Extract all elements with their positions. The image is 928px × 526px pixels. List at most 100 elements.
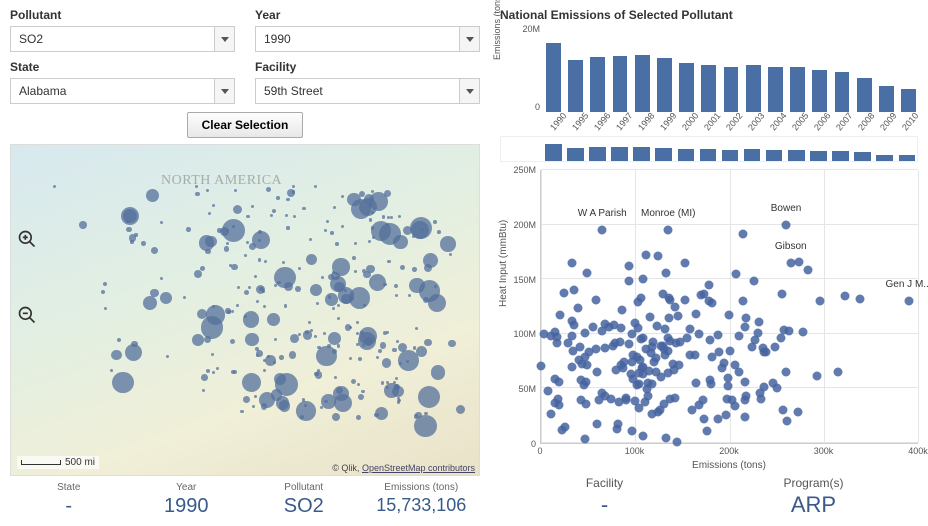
map-point[interactable] bbox=[347, 193, 360, 206]
map-point[interactable] bbox=[341, 225, 344, 228]
scatter-point[interactable] bbox=[581, 400, 590, 409]
map-point[interactable] bbox=[243, 311, 259, 327]
map-point[interactable] bbox=[212, 204, 215, 207]
bar[interactable] bbox=[613, 56, 628, 112]
bar[interactable] bbox=[546, 43, 561, 112]
map-point[interactable] bbox=[321, 394, 336, 409]
map-point[interactable] bbox=[369, 218, 372, 221]
scatter-point[interactable] bbox=[624, 261, 633, 270]
scatter-point[interactable] bbox=[734, 332, 743, 341]
scatter-point[interactable] bbox=[636, 334, 645, 343]
bar[interactable] bbox=[768, 67, 783, 112]
scatter-point[interactable] bbox=[593, 368, 602, 377]
map-point[interactable] bbox=[314, 185, 317, 188]
map-point[interactable] bbox=[248, 286, 251, 289]
map-point[interactable] bbox=[323, 332, 326, 335]
map-point[interactable] bbox=[415, 412, 422, 419]
state-select[interactable]: Alabama bbox=[10, 78, 235, 104]
emissions-map[interactable]: NORTH AMERICA 500 mi © Qlik, OpenStreetM… bbox=[10, 144, 480, 476]
scatter-point[interactable] bbox=[773, 383, 782, 392]
map-point[interactable] bbox=[217, 228, 221, 232]
map-point[interactable] bbox=[378, 349, 383, 354]
map-point[interactable] bbox=[358, 357, 362, 361]
map-point[interactable] bbox=[258, 258, 261, 261]
map-point[interactable] bbox=[330, 231, 333, 234]
map-point[interactable] bbox=[398, 215, 401, 218]
map-point[interactable] bbox=[195, 192, 200, 197]
map-point[interactable] bbox=[256, 350, 263, 357]
scatter-point[interactable] bbox=[786, 258, 795, 267]
map-point[interactable] bbox=[276, 196, 279, 199]
bar[interactable] bbox=[590, 57, 605, 112]
scatter-point[interactable] bbox=[555, 377, 564, 386]
scatter-point[interactable] bbox=[673, 311, 682, 320]
map-point[interactable] bbox=[437, 230, 441, 234]
map-point[interactable] bbox=[356, 321, 359, 324]
map-point[interactable] bbox=[183, 296, 186, 299]
scatter-point[interactable] bbox=[757, 394, 766, 403]
map-point[interactable] bbox=[396, 340, 399, 343]
scatter-point[interactable] bbox=[671, 338, 680, 347]
scatter-point[interactable] bbox=[621, 394, 630, 403]
map-point[interactable] bbox=[206, 305, 226, 325]
scatter-point[interactable] bbox=[570, 321, 579, 330]
scatter-point[interactable] bbox=[755, 318, 764, 327]
map-point[interactable] bbox=[293, 215, 296, 218]
scatter-point[interactable] bbox=[662, 433, 671, 442]
map-point[interactable] bbox=[412, 267, 417, 272]
map-point[interactable] bbox=[285, 214, 288, 217]
scatter-point[interactable] bbox=[624, 339, 633, 348]
map-point[interactable] bbox=[117, 338, 121, 342]
scatter-point[interactable] bbox=[567, 362, 576, 371]
scatter-point[interactable] bbox=[643, 384, 652, 393]
scatter-point[interactable] bbox=[652, 321, 661, 330]
map-point[interactable] bbox=[341, 195, 344, 198]
map-point[interactable] bbox=[236, 304, 239, 307]
scatter-point[interactable] bbox=[636, 355, 645, 364]
map-point[interactable] bbox=[306, 254, 317, 265]
map-point[interactable] bbox=[225, 308, 230, 313]
scatter-point[interactable] bbox=[708, 298, 717, 307]
map-point[interactable] bbox=[361, 390, 364, 393]
scatter-point[interactable] bbox=[777, 334, 786, 343]
map-point[interactable] bbox=[244, 254, 247, 257]
map-point[interactable] bbox=[282, 261, 285, 264]
bar[interactable] bbox=[635, 55, 650, 112]
map-point[interactable] bbox=[395, 294, 398, 297]
map-point[interactable] bbox=[431, 365, 446, 380]
map-point[interactable] bbox=[433, 220, 437, 224]
scatter-point[interactable] bbox=[731, 270, 740, 279]
map-point[interactable] bbox=[267, 355, 270, 358]
map-point[interactable] bbox=[376, 356, 379, 359]
map-point[interactable] bbox=[160, 221, 163, 224]
scatter-point[interactable] bbox=[782, 220, 791, 229]
scatter-point[interactable] bbox=[627, 330, 636, 339]
map-point[interactable] bbox=[273, 361, 276, 364]
scatter-point[interactable] bbox=[639, 274, 648, 283]
map-point[interactable] bbox=[390, 216, 393, 219]
map-point[interactable] bbox=[326, 220, 330, 224]
map-point[interactable] bbox=[284, 304, 287, 307]
map-point[interactable] bbox=[112, 372, 134, 394]
bar[interactable] bbox=[679, 63, 694, 112]
map-point[interactable] bbox=[286, 198, 290, 202]
map-point[interactable] bbox=[103, 282, 107, 286]
map-point[interactable] bbox=[134, 233, 137, 236]
clear-selection-button[interactable]: Clear Selection bbox=[187, 112, 304, 138]
map-point[interactable] bbox=[371, 221, 391, 241]
map-point[interactable] bbox=[246, 241, 249, 244]
bar[interactable] bbox=[701, 65, 716, 112]
map-point[interactable] bbox=[394, 284, 398, 288]
scatter-point[interactable] bbox=[664, 226, 673, 235]
year-select[interactable]: 1990 bbox=[255, 26, 480, 52]
map-point[interactable] bbox=[456, 405, 465, 414]
scatter-point[interactable] bbox=[633, 297, 642, 306]
map-point[interactable] bbox=[150, 289, 158, 297]
scatter-point[interactable] bbox=[638, 431, 647, 440]
scatter-point[interactable] bbox=[664, 347, 673, 356]
map-point[interactable] bbox=[245, 333, 258, 346]
map-point[interactable] bbox=[316, 302, 319, 305]
scatter-point[interactable] bbox=[793, 407, 802, 416]
map-point[interactable] bbox=[354, 270, 357, 273]
map-point[interactable] bbox=[392, 348, 397, 353]
